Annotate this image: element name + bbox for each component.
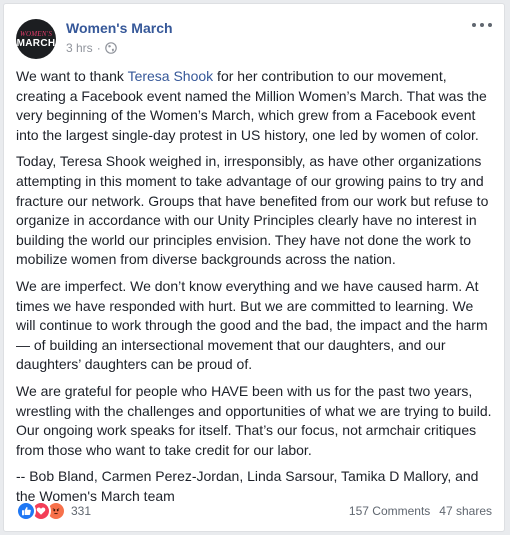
post-meta: 3 hrs · [66,41,117,55]
meta-separator: · [96,41,101,55]
avatar-line1: WOMEN'S [19,29,53,38]
post-body: We want to thank Teresa Shook for her co… [16,67,494,513]
post-timestamp[interactable]: 3 hrs [66,41,93,55]
comments-link[interactable]: 157 Comments [349,504,430,518]
paragraph-text: We want to thank [16,68,128,84]
avatar[interactable]: WOMEN'S MARCH [16,19,56,59]
mention-teresa-shook-link[interactable]: Teresa Shook [128,68,214,84]
reaction-count: 331 [71,504,92,518]
post-paragraph: Today, Teresa Shook weighed in, irrespon… [16,153,489,268]
post-footer: 331 157 Comments 47 shares [16,499,492,523]
post-paragraph: We want to thank Teresa Shook for her co… [16,67,494,145]
more-options-icon[interactable] [472,18,492,32]
post-paragraph: We are grateful for people who HAVE been… [16,382,492,458]
shares-link[interactable]: 47 shares [439,504,492,518]
post-card: WOMEN'S MARCH Women's March 3 hrs · We w… [3,3,505,532]
like-icon [16,501,36,521]
post-header: WOMEN'S MARCH Women's March 3 hrs · [16,14,492,64]
page-name-link[interactable]: Women's March [66,20,173,36]
post-paragraph: We are imperfect. We don’t know everythi… [16,277,488,373]
reactions-summary[interactable]: 331 [16,501,91,521]
avatar-line2: MARCH [16,37,56,49]
globe-icon[interactable] [104,42,117,54]
engagement-counts: 157 Comments 47 shares [349,504,492,518]
